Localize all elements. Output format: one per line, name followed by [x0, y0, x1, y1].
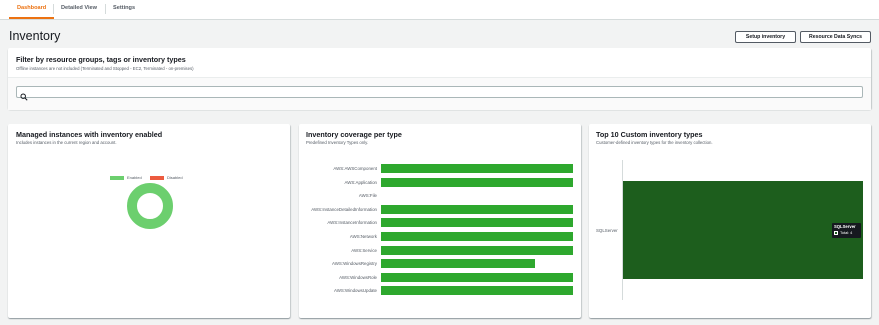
coverage-bar[interactable]: [381, 164, 573, 173]
custom-title: Top 10 Custom inventory types: [596, 130, 703, 139]
filter-subtitle: Offline instances are not included (Term…: [16, 66, 194, 71]
coverage-bar[interactable]: [381, 272, 573, 282]
tab-detailed-view[interactable]: Detailed View: [53, 0, 105, 17]
coverage-category-label: AWS:Service: [351, 247, 377, 253]
coverage-category-label: AWS:InstanceDetailedInformation: [311, 206, 377, 212]
search-input[interactable]: [30, 88, 850, 96]
tab-settings[interactable]: Settings: [105, 0, 143, 17]
coverage-category-label: AWS:File: [358, 193, 377, 199]
setup-inventory-button[interactable]: Setup inventory: [735, 31, 796, 43]
coverage-category-label: AWS:Application: [344, 179, 377, 185]
tooltip-value: Total: 4: [840, 231, 853, 235]
chart-tooltip: SQLServer Total: 4: [832, 223, 861, 238]
filter-title: Filter by resource groups, tags or inven…: [16, 55, 186, 64]
coverage-category-label: AWS:WindowsRegistry: [332, 261, 377, 267]
enabled-disabled-donut-chart: [127, 183, 173, 229]
donut-slice-enabled[interactable]: [127, 183, 173, 229]
page-title: Inventory: [9, 29, 61, 43]
coverage-category-label: AWS:WindowsUpdate: [333, 288, 377, 294]
custom-subtitle: Customer-defined inventory types for the…: [596, 140, 713, 145]
tooltip-title: SQLServer: [834, 224, 856, 229]
managed-title: Managed instances with inventory enabled: [16, 130, 163, 139]
coverage-category-label: AWS:AWSComponent: [333, 166, 377, 171]
coverage-subtitle: Predefined Inventory Types only.: [306, 140, 369, 145]
coverage-category-label: AWS:InstanceInformation: [327, 220, 377, 226]
tooltip-line: Total: 4: [834, 231, 852, 235]
tab-bar: Dashboard Detailed View Settings: [0, 0, 879, 20]
coverage-bar[interactable]: [381, 286, 573, 296]
coverage-title: Inventory coverage per type: [306, 130, 402, 139]
search-field[interactable]: [16, 86, 863, 101]
coverage-category-label: AWS:WindowsRole: [339, 274, 377, 280]
custom-category-label: SQLServer: [596, 228, 618, 233]
coverage-bar[interactable]: [381, 245, 573, 255]
coverage-bar[interactable]: [381, 218, 573, 228]
coverage-bar[interactable]: [381, 204, 573, 214]
coverage-category-label: AWS:Network: [349, 234, 377, 239]
resource-data-syncs-button[interactable]: Resource Data Syncs: [800, 31, 871, 43]
coverage-bar[interactable]: [381, 259, 535, 269]
tab-dashboard[interactable]: Dashboard: [9, 0, 55, 19]
coverage-bar[interactable]: [381, 177, 573, 187]
coverage-bar[interactable]: [381, 232, 573, 241]
search-icon: [20, 88, 28, 106]
tooltip-swatch: [834, 231, 838, 235]
custom-bar-sqlserver[interactable]: [623, 181, 863, 279]
managed-subtitle: Includes instances in the current region…: [16, 140, 117, 145]
